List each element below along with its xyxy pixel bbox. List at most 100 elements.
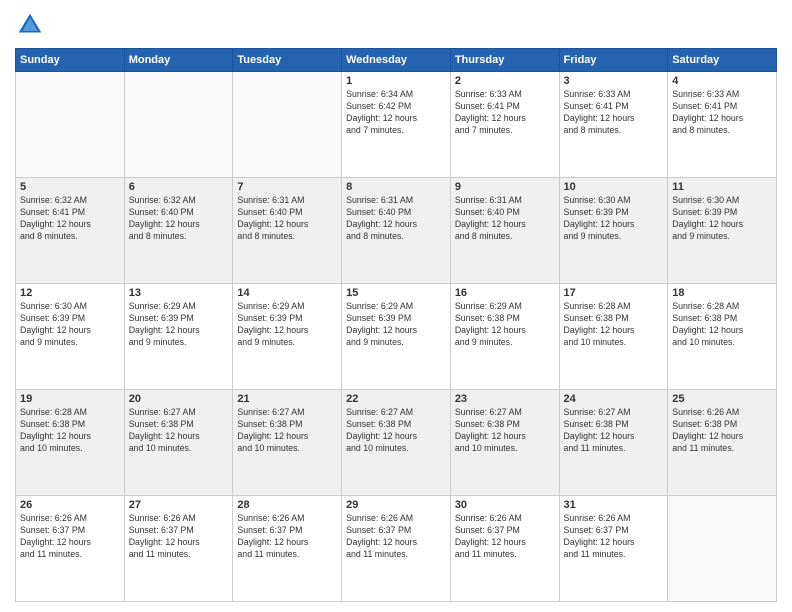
day-number: 9	[455, 181, 555, 193]
calendar-week-row: 26 Sunrise: 6:26 AM Sunset: 6:37 PM Dayli…	[16, 496, 777, 602]
day-number: 27	[129, 499, 229, 511]
calendar-cell: 3 Sunrise: 6:33 AM Sunset: 6:41 PM Daylig…	[559, 72, 668, 178]
day-of-week-header: Sunday	[16, 49, 125, 72]
calendar-cell: 2Sunrise: 6:33 AM Sunset: 6:41 PM Daylig…	[450, 72, 559, 178]
calendar-cell: 11 Sunrise: 6:30 AM Sunset: 6:39 PM Dayli…	[668, 178, 777, 284]
day-of-week-header: Friday	[559, 49, 668, 72]
calendar-cell: 17 Sunrise: 6:28 AM Sunset: 6:38 PM Dayli…	[559, 284, 668, 390]
day-number: 20	[129, 393, 229, 405]
day-info: Sunrise: 6:26 AM Sunset: 6:37 PM Dayligh…	[564, 513, 664, 561]
day-info: Sunrise: 6:27 AM Sunset: 6:38 PM Dayligh…	[564, 407, 664, 455]
day-number: 16	[455, 287, 555, 299]
day-info: Sunrise: 6:32 AM Sunset: 6:40 PM Dayligh…	[129, 195, 229, 243]
header	[15, 10, 777, 40]
calendar: SundayMondayTuesdayWednesdayThursdayFrid…	[15, 48, 777, 602]
day-number: 3	[564, 75, 664, 87]
day-info: Sunrise: 6:30 AM Sunset: 6:39 PM Dayligh…	[564, 195, 664, 243]
day-info: Sunrise: 6:26 AM Sunset: 6:38 PM Dayligh…	[672, 407, 772, 455]
calendar-cell	[668, 496, 777, 602]
calendar-week-row: 1 Sunrise: 6:34 AM Sunset: 6:42 PM Daylig…	[16, 72, 777, 178]
calendar-cell: 24 Sunrise: 6:27 AM Sunset: 6:38 PM Dayli…	[559, 390, 668, 496]
day-number: 30	[455, 499, 555, 511]
day-info: Sunrise: 6:26 AM Sunset: 6:37 PM Dayligh…	[346, 513, 446, 561]
day-number: 28	[237, 499, 337, 511]
day-info: Sunrise: 6:30 AM Sunset: 6:39 PM Dayligh…	[672, 195, 772, 243]
calendar-cell	[124, 72, 233, 178]
day-number: 15	[346, 287, 446, 299]
day-number: 4	[672, 75, 772, 87]
day-number: 24	[564, 393, 664, 405]
day-number: 19	[20, 393, 120, 405]
day-info: Sunrise: 6:27 AM Sunset: 6:38 PM Dayligh…	[237, 407, 337, 455]
day-number: 11	[672, 181, 772, 193]
calendar-cell: 7Sunrise: 6:31 AM Sunset: 6:40 PM Daylig…	[233, 178, 342, 284]
day-info: Sunrise: 6:28 AM Sunset: 6:38 PM Dayligh…	[20, 407, 120, 455]
day-of-week-header: Wednesday	[342, 49, 451, 72]
day-info: Sunrise: 6:26 AM Sunset: 6:37 PM Dayligh…	[237, 513, 337, 561]
day-info: Sunrise: 6:29 AM Sunset: 6:39 PM Dayligh…	[129, 301, 229, 349]
day-info: Sunrise: 6:34 AM Sunset: 6:42 PM Dayligh…	[346, 89, 446, 137]
day-info: Sunrise: 6:28 AM Sunset: 6:38 PM Dayligh…	[564, 301, 664, 349]
calendar-cell	[233, 72, 342, 178]
calendar-week-row: 5 Sunrise: 6:32 AM Sunset: 6:41 PM Daylig…	[16, 178, 777, 284]
day-number: 31	[564, 499, 664, 511]
calendar-cell: 20Sunrise: 6:27 AM Sunset: 6:38 PM Dayli…	[124, 390, 233, 496]
calendar-cell: 15Sunrise: 6:29 AM Sunset: 6:39 PM Dayli…	[342, 284, 451, 390]
calendar-cell: 9 Sunrise: 6:31 AM Sunset: 6:40 PM Daylig…	[450, 178, 559, 284]
day-number: 21	[237, 393, 337, 405]
day-number: 2	[455, 75, 555, 87]
day-info: Sunrise: 6:32 AM Sunset: 6:41 PM Dayligh…	[20, 195, 120, 243]
logo	[15, 10, 49, 40]
calendar-cell: 19 Sunrise: 6:28 AM Sunset: 6:38 PM Dayli…	[16, 390, 125, 496]
day-number: 10	[564, 181, 664, 193]
calendar-cell: 27Sunrise: 6:26 AM Sunset: 6:37 PM Dayli…	[124, 496, 233, 602]
day-number: 5	[20, 181, 120, 193]
day-info: Sunrise: 6:33 AM Sunset: 6:41 PM Dayligh…	[564, 89, 664, 137]
day-number: 29	[346, 499, 446, 511]
calendar-week-row: 12 Sunrise: 6:30 AM Sunset: 6:39 PM Dayli…	[16, 284, 777, 390]
day-number: 26	[20, 499, 120, 511]
calendar-cell: 31 Sunrise: 6:26 AM Sunset: 6:37 PM Dayli…	[559, 496, 668, 602]
calendar-week-row: 19 Sunrise: 6:28 AM Sunset: 6:38 PM Dayli…	[16, 390, 777, 496]
day-of-week-header: Saturday	[668, 49, 777, 72]
calendar-cell: 25Sunrise: 6:26 AM Sunset: 6:38 PM Dayli…	[668, 390, 777, 496]
calendar-cell: 26 Sunrise: 6:26 AM Sunset: 6:37 PM Dayli…	[16, 496, 125, 602]
day-info: Sunrise: 6:31 AM Sunset: 6:40 PM Dayligh…	[455, 195, 555, 243]
day-of-week-header: Tuesday	[233, 49, 342, 72]
day-number: 23	[455, 393, 555, 405]
calendar-cell: 23 Sunrise: 6:27 AM Sunset: 6:38 PM Dayli…	[450, 390, 559, 496]
day-info: Sunrise: 6:30 AM Sunset: 6:39 PM Dayligh…	[20, 301, 120, 349]
day-info: Sunrise: 6:31 AM Sunset: 6:40 PM Dayligh…	[346, 195, 446, 243]
day-number: 17	[564, 287, 664, 299]
day-number: 13	[129, 287, 229, 299]
day-info: Sunrise: 6:27 AM Sunset: 6:38 PM Dayligh…	[455, 407, 555, 455]
calendar-cell: 14 Sunrise: 6:29 AM Sunset: 6:39 PM Dayli…	[233, 284, 342, 390]
calendar-cell: 16 Sunrise: 6:29 AM Sunset: 6:38 PM Dayli…	[450, 284, 559, 390]
calendar-cell: 6Sunrise: 6:32 AM Sunset: 6:40 PM Daylig…	[124, 178, 233, 284]
day-info: Sunrise: 6:33 AM Sunset: 6:41 PM Dayligh…	[672, 89, 772, 137]
calendar-cell: 29 Sunrise: 6:26 AM Sunset: 6:37 PM Dayli…	[342, 496, 451, 602]
day-number: 12	[20, 287, 120, 299]
day-of-week-header: Monday	[124, 49, 233, 72]
calendar-cell: 5 Sunrise: 6:32 AM Sunset: 6:41 PM Daylig…	[16, 178, 125, 284]
calendar-cell: 21 Sunrise: 6:27 AM Sunset: 6:38 PM Dayli…	[233, 390, 342, 496]
day-number: 8	[346, 181, 446, 193]
calendar-cell: 30Sunrise: 6:26 AM Sunset: 6:37 PM Dayli…	[450, 496, 559, 602]
day-info: Sunrise: 6:29 AM Sunset: 6:39 PM Dayligh…	[237, 301, 337, 349]
calendar-cell: 13 Sunrise: 6:29 AM Sunset: 6:39 PM Dayli…	[124, 284, 233, 390]
day-info: Sunrise: 6:27 AM Sunset: 6:38 PM Dayligh…	[346, 407, 446, 455]
day-info: Sunrise: 6:29 AM Sunset: 6:38 PM Dayligh…	[455, 301, 555, 349]
calendar-cell: 28 Sunrise: 6:26 AM Sunset: 6:37 PM Dayli…	[233, 496, 342, 602]
day-of-week-header: Thursday	[450, 49, 559, 72]
day-number: 18	[672, 287, 772, 299]
day-info: Sunrise: 6:26 AM Sunset: 6:37 PM Dayligh…	[20, 513, 120, 561]
calendar-cell: 12 Sunrise: 6:30 AM Sunset: 6:39 PM Dayli…	[16, 284, 125, 390]
calendar-cell: 1 Sunrise: 6:34 AM Sunset: 6:42 PM Daylig…	[342, 72, 451, 178]
calendar-cell	[16, 72, 125, 178]
calendar-cell: 22Sunrise: 6:27 AM Sunset: 6:38 PM Dayli…	[342, 390, 451, 496]
calendar-cell: 18Sunrise: 6:28 AM Sunset: 6:38 PM Dayli…	[668, 284, 777, 390]
calendar-header-row: SundayMondayTuesdayWednesdayThursdayFrid…	[16, 49, 777, 72]
day-number: 14	[237, 287, 337, 299]
calendar-cell: 4 Sunrise: 6:33 AM Sunset: 6:41 PM Daylig…	[668, 72, 777, 178]
day-number: 1	[346, 75, 446, 87]
